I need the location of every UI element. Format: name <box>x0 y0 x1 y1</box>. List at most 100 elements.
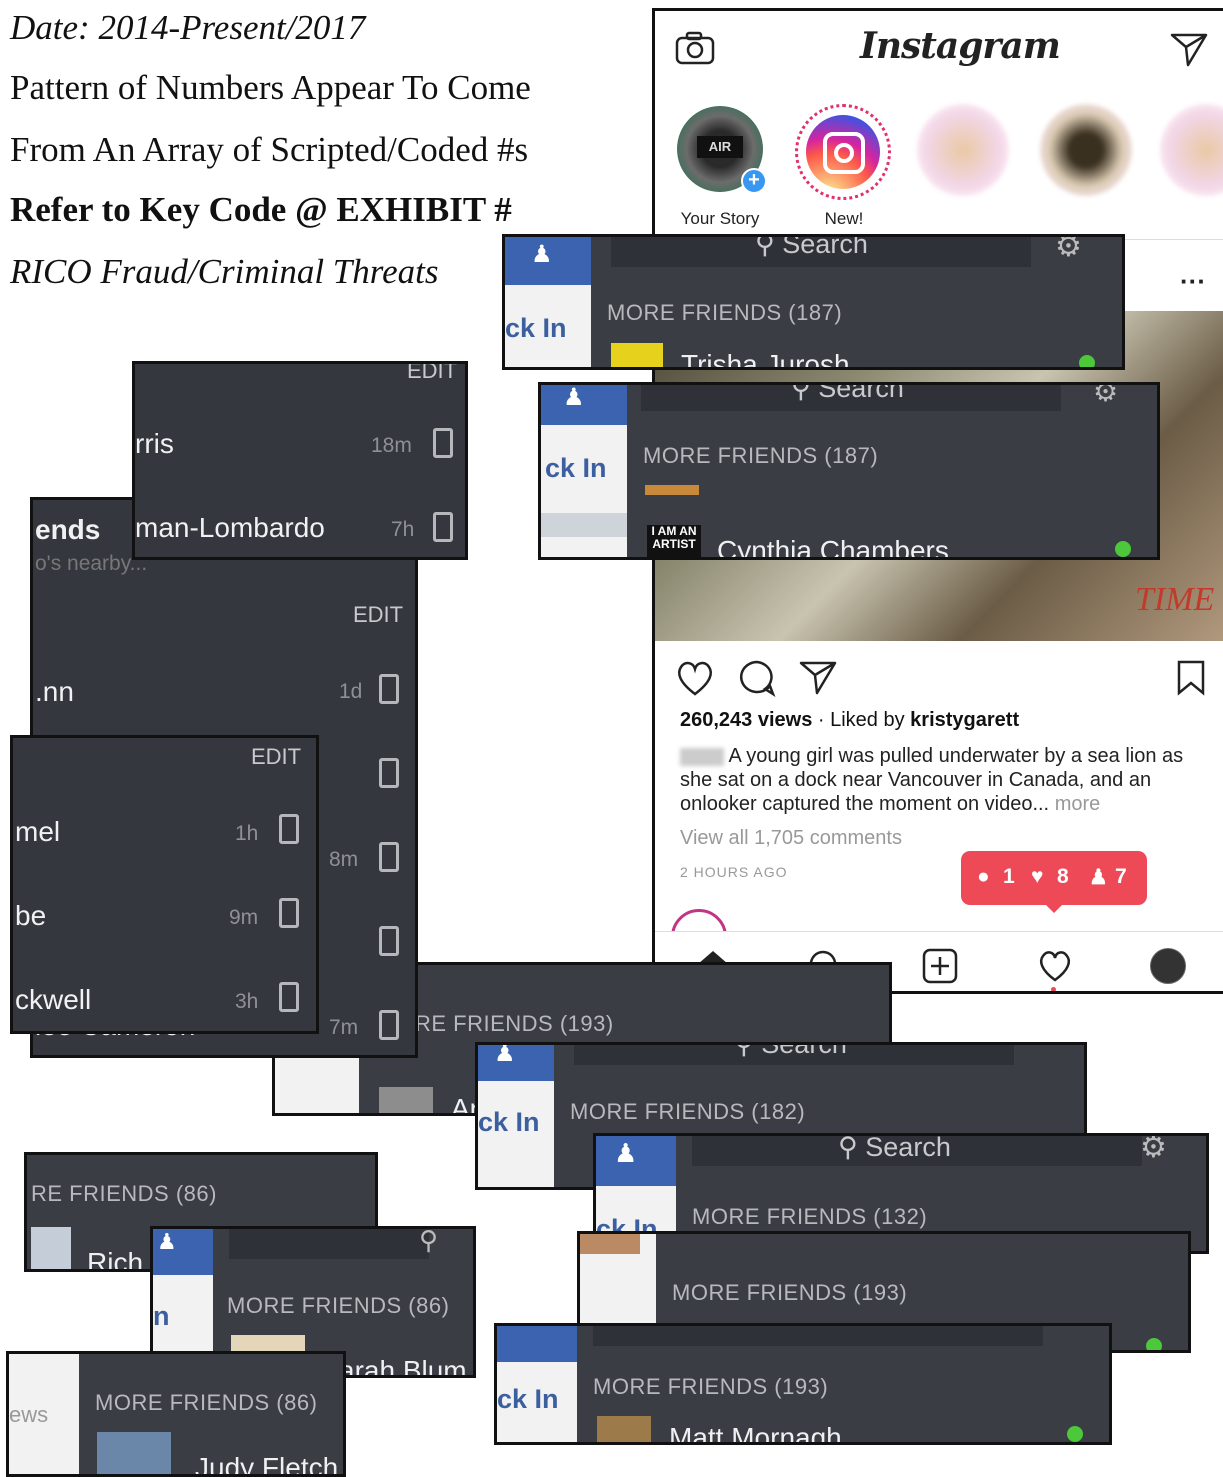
fb-sidebar: ♟ ck In <box>505 237 591 367</box>
more-options-icon[interactable]: ··· <box>1180 266 1206 297</box>
friend-name[interactable]: Trisha Jurosh <box>681 349 850 367</box>
activity-heart-icon[interactable] <box>1037 948 1073 984</box>
story-avatar[interactable] <box>1160 104 1223 196</box>
comment-icon[interactable] <box>737 659 777 697</box>
follow-count: 7 <box>1115 865 1127 888</box>
story-avatar[interactable] <box>917 104 1009 196</box>
edit-button[interactable]: EDIT <box>353 602 403 628</box>
online-indicator <box>1079 355 1095 367</box>
activity-dot <box>1051 987 1056 991</box>
post-caption: A young girl was pulled underwater by a … <box>680 744 1210 816</box>
more-friends-heading: MORE FRIENDS (132) <box>692 1204 928 1229</box>
date-line: Date: 2014-Present/2017 <box>10 8 366 47</box>
contact-name[interactable]: man-Lombardo <box>135 512 325 544</box>
fb-search-bar[interactable] <box>593 1326 1043 1346</box>
friends-icon: ♟ <box>531 241 553 268</box>
new-story-avatar[interactable] <box>795 104 891 200</box>
friend-name[interactable]: Judy Fletch <box>195 1452 338 1474</box>
contact-time: 7h <box>391 518 415 541</box>
search-icon[interactable]: ⚲ <box>419 1229 438 1256</box>
check-in-label[interactable]: n <box>153 1301 170 1332</box>
contact-name[interactable]: .nn <box>35 676 74 708</box>
fb-sidebar <box>275 1055 359 1113</box>
more-friends-heading: RE FRIENDS (193) <box>415 1011 614 1036</box>
your-story-avatar[interactable]: AIR + <box>677 106 767 194</box>
search-label: Search <box>818 382 904 403</box>
bookmark-icon[interactable] <box>1175 659 1207 697</box>
comment-bubble-icon: ● <box>977 865 990 888</box>
comment-count: 1 <box>1003 865 1015 888</box>
more-friends-heading: MORE FRIENDS (187) <box>643 443 879 468</box>
friend-name[interactable]: Matt Mornagh <box>669 1422 842 1442</box>
fb-more-friends-screenshot: ews MORE FRIENDS (86) Judy Fletch <box>6 1351 346 1477</box>
news-label[interactable]: ews <box>9 1402 48 1428</box>
friend-thumbnail <box>379 1087 433 1113</box>
online-indicator <box>1067 1426 1083 1442</box>
fb-sidebar: ck In <box>497 1326 577 1442</box>
fb-sidebar: ews <box>9 1354 79 1474</box>
username-redacted <box>680 747 724 766</box>
gear-icon[interactable]: ⚙ <box>1140 1136 1167 1165</box>
like-heart-icon[interactable] <box>675 659 715 697</box>
check-in-label[interactable]: ck In <box>545 453 607 484</box>
phone-icon <box>433 428 453 458</box>
search-label: Search <box>865 1133 951 1162</box>
add-post-icon[interactable] <box>922 948 958 984</box>
instagram-logo: Instagram <box>860 25 1061 67</box>
check-in-label[interactable]: ck In <box>505 313 567 344</box>
contact-name[interactable]: be <box>15 900 46 932</box>
phone-icon <box>279 814 299 844</box>
direct-message-icon[interactable] <box>1170 31 1208 67</box>
friend-name[interactable]: Rich <box>87 1247 143 1269</box>
search-label: Search <box>782 234 868 259</box>
view-comments-link[interactable]: View all 1,705 comments <box>680 827 902 850</box>
fb-sidebar: ♟ ck In <box>541 385 627 557</box>
activity-notification[interactable]: ● 1 ♥ 8 ♟ 7 <box>961 851 1147 913</box>
search-label: Search <box>761 1042 847 1059</box>
edit-button[interactable]: EDIT <box>407 364 457 384</box>
phone-icon <box>379 842 399 872</box>
story-avatar[interactable] <box>1040 104 1132 196</box>
more-friends-heading: MORE FRIENDS (187) <box>607 300 843 325</box>
contact-time: 18m <box>371 434 412 457</box>
camera-icon[interactable] <box>675 31 715 65</box>
share-icon[interactable] <box>799 659 839 697</box>
caption-more-link[interactable]: more <box>1055 793 1101 815</box>
contact-time: 3h <box>235 990 259 1013</box>
friends-icon: ♟ <box>157 1229 177 1254</box>
friend-name[interactable]: Cynthia Chambers <box>717 535 949 557</box>
fb-more-friends-screenshot: ck In MORE FRIENDS (193) Matt Mornagh <box>494 1323 1112 1445</box>
gear-icon[interactable]: ⚙ <box>1055 237 1082 264</box>
check-in-label[interactable]: ck In <box>478 1107 540 1138</box>
rico-line: RICO Fraud/Criminal Threats <box>10 252 439 291</box>
more-friends-heading: MORE FRIENDS (182) <box>570 1099 806 1124</box>
fb-search[interactable]: ⚲ Search <box>838 1133 951 1163</box>
views-line: 260,243 views · Liked by kristygarett <box>680 709 1019 732</box>
friend-thumbnail <box>645 485 699 495</box>
contact-name[interactable]: mel <box>15 816 60 848</box>
new-story-label: New! <box>824 209 864 228</box>
contact-name[interactable]: rris <box>135 428 174 460</box>
gear-icon[interactable]: ⚙ <box>1093 385 1118 408</box>
friends-icon: ♟ <box>563 384 585 411</box>
contact-name[interactable]: ckwell <box>15 984 91 1016</box>
fb-search[interactable]: ⚲ Search <box>734 1042 847 1060</box>
fb-more-friends-screenshot: ♟ ck In ⚲ Search ⚙ MORE FRIENDS (187) Tr… <box>502 234 1125 370</box>
instagram-topbar: Instagram <box>655 11 1223 86</box>
friend-name[interactable]: arah Blum <box>339 1355 467 1375</box>
fb-chat-list: EDIT rris 18m man-Lombardo 7h <box>132 361 468 560</box>
phone-icon <box>279 898 299 928</box>
fb-search-bar[interactable] <box>229 1229 429 1259</box>
fb-search[interactable]: ⚲ Search <box>791 382 904 404</box>
friend-thumbnail <box>97 1432 171 1474</box>
fb-search[interactable]: ⚲ Search <box>755 234 868 260</box>
liked-by-user[interactable]: kristygarett <box>910 709 1019 731</box>
profile-avatar[interactable] <box>1150 948 1186 984</box>
edit-button[interactable]: EDIT <box>251 744 301 770</box>
liked-prefix: · Liked by <box>812 709 911 731</box>
fb-sidebar: ♟ ck In <box>478 1045 554 1187</box>
exhibit-line: Refer to Key Code @ EXHIBIT # <box>10 190 512 229</box>
contact-time: 8m <box>329 848 359 871</box>
check-in-label[interactable]: ck In <box>497 1384 559 1415</box>
more-friends-heading: MORE FRIENDS (86) <box>95 1390 318 1415</box>
